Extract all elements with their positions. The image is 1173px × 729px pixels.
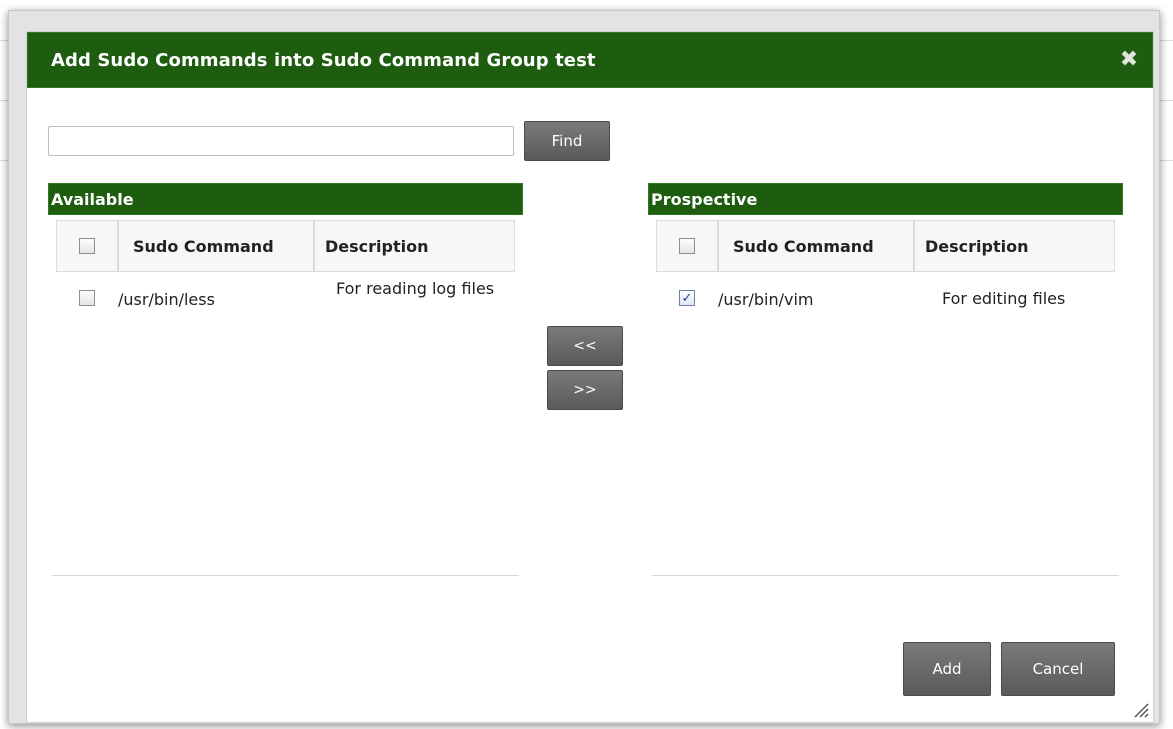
table-header: Sudo Command Description xyxy=(56,220,515,272)
available-panel: Available Sudo Command Description /usr/… xyxy=(48,183,523,603)
search-input[interactable] xyxy=(48,126,514,156)
checkmark-icon: ✓ xyxy=(681,290,693,306)
table-row[interactable]: ✓ /usr/bin/vim For editing files xyxy=(656,278,1115,326)
prospective-table: Sudo Command Description ✓ /usr/bin/vim … xyxy=(648,215,1123,603)
move-right-button[interactable]: >> xyxy=(547,370,623,410)
column-header-sudo-command[interactable]: Sudo Command xyxy=(118,220,314,272)
row-checkbox[interactable] xyxy=(79,290,95,306)
column-header-sudo-command[interactable]: Sudo Command xyxy=(718,220,914,272)
available-table: Sudo Command Description /usr/bin/less F… xyxy=(48,215,523,603)
move-left-button[interactable]: << xyxy=(547,326,623,366)
select-all-cell xyxy=(656,220,718,272)
panel-divider xyxy=(52,575,519,576)
prospective-header: Prospective xyxy=(648,183,1123,215)
dialog-frame: Add Sudo Commands into Sudo Command Grou… xyxy=(8,10,1160,724)
panel-divider xyxy=(652,575,1119,576)
description-cell: For editing files xyxy=(942,289,1066,308)
row-check-cell xyxy=(56,278,118,326)
select-all-checkbox[interactable] xyxy=(79,238,95,254)
column-header-description[interactable]: Description xyxy=(914,220,1115,272)
available-header: Available xyxy=(48,183,523,215)
select-all-checkbox[interactable] xyxy=(679,238,695,254)
find-button[interactable]: Find xyxy=(524,121,610,161)
prospective-panel: Prospective Sudo Command Description ✓ /… xyxy=(648,183,1123,603)
select-all-cell xyxy=(56,220,118,272)
dialog-title: Add Sudo Commands into Sudo Command Grou… xyxy=(51,49,596,71)
sudo-command-cell: /usr/bin/less xyxy=(118,290,215,309)
description-cell: For reading log files xyxy=(336,279,495,298)
dialog-titlebar[interactable]: Add Sudo Commands into Sudo Command Grou… xyxy=(27,32,1153,88)
add-button[interactable]: Add xyxy=(903,642,991,696)
row-check-cell: ✓ xyxy=(656,278,718,326)
column-header-description[interactable]: Description xyxy=(314,220,515,272)
table-row[interactable]: /usr/bin/less For reading log files xyxy=(56,278,515,326)
cancel-button[interactable]: Cancel xyxy=(1001,642,1115,696)
resize-grip-icon[interactable] xyxy=(1131,700,1149,718)
close-icon[interactable]: ✖ xyxy=(1118,49,1140,71)
sudo-command-cell: /usr/bin/vim xyxy=(718,290,814,309)
add-sudo-commands-dialog: Add Sudo Commands into Sudo Command Grou… xyxy=(26,31,1154,723)
row-checkbox-checked[interactable]: ✓ xyxy=(679,290,695,306)
table-header: Sudo Command Description xyxy=(656,220,1115,272)
